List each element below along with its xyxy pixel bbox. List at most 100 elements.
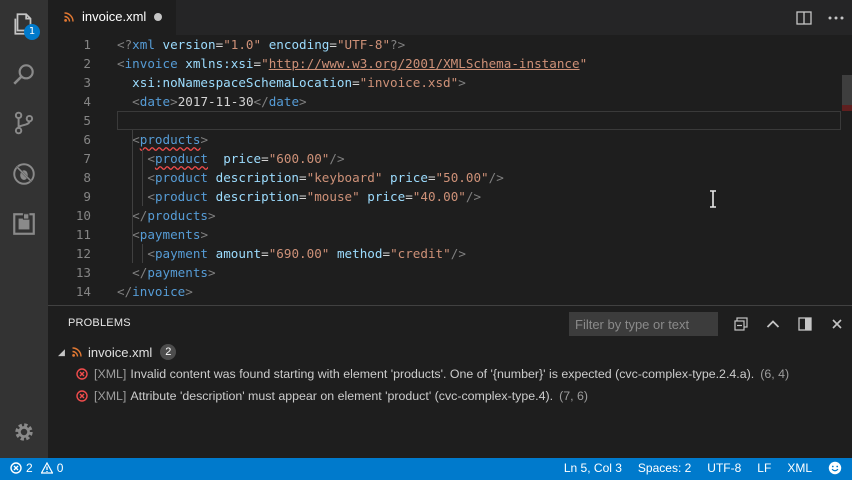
debug-icon bbox=[13, 163, 35, 185]
line-number: 10 bbox=[75, 208, 91, 223]
indent-guide bbox=[142, 244, 143, 263]
settings-button[interactable] bbox=[0, 408, 48, 456]
code-token: /> bbox=[329, 151, 345, 166]
problem-row[interactable]: [XML] Invalid content was found starting… bbox=[76, 364, 789, 384]
panel-layout-icon bbox=[798, 317, 812, 331]
tab-invoice-xml[interactable]: invoice.xml bbox=[48, 0, 176, 35]
code-token: "mouse" bbox=[306, 189, 360, 204]
code-token: /> bbox=[450, 246, 466, 261]
code-token: > bbox=[200, 132, 209, 147]
problem-count-badge: 2 bbox=[160, 344, 177, 360]
source-control-icon bbox=[14, 111, 34, 135]
split-editor-button[interactable] bbox=[794, 8, 814, 28]
extensions-button[interactable] bbox=[0, 200, 48, 248]
problem-source: [XML] bbox=[94, 389, 127, 403]
problem-row[interactable]: [XML] Attribute 'description' must appea… bbox=[76, 386, 588, 406]
code-token: < bbox=[117, 56, 125, 71]
problem-file-name: invoice.xml bbox=[88, 344, 153, 360]
code-token: > bbox=[208, 265, 216, 280]
code-token: product bbox=[154, 189, 209, 204]
indent-guide bbox=[132, 130, 133, 263]
unsaved-dot-icon[interactable] bbox=[154, 13, 162, 21]
code-line[interactable]: 10 </products> bbox=[48, 206, 838, 225]
code-line[interactable]: 2 <invoice xmlns:xsi="http://www.w3.org/2… bbox=[48, 54, 838, 73]
source-control-button[interactable] bbox=[0, 99, 48, 147]
line-number: 14 bbox=[75, 284, 91, 299]
code-line[interactable]: 11 <payments> bbox=[48, 225, 838, 244]
code-line[interactable]: 3 xsi:noNamespaceSchemaLocation="invoice… bbox=[48, 73, 838, 92]
code-line[interactable]: 13 </payments> bbox=[48, 263, 838, 282]
line-code: </invoice> bbox=[117, 282, 193, 301]
code-token: > bbox=[458, 75, 466, 90]
code-line[interactable]: 5 bbox=[48, 111, 838, 130]
explorer-button[interactable]: 1 bbox=[0, 0, 48, 48]
problems-filter-input[interactable] bbox=[569, 312, 718, 336]
code-line[interactable]: 6 <products> bbox=[48, 130, 838, 149]
panel-title[interactable]: PROBLEMS bbox=[68, 317, 131, 329]
code-line[interactable]: 4 <date>2017-11-30</date> bbox=[48, 92, 838, 111]
code-line[interactable]: 7 <product price="600.00"/> bbox=[48, 149, 838, 168]
code-token: ?> bbox=[390, 37, 406, 52]
activity-bar: 1 bbox=[0, 0, 48, 458]
code-line[interactable]: 8 <product description="keyboard" price=… bbox=[48, 168, 838, 187]
debug-button[interactable] bbox=[0, 150, 48, 198]
code-token: "690.00" bbox=[268, 246, 330, 261]
extensions-icon bbox=[13, 213, 35, 235]
code-token: product bbox=[154, 170, 209, 185]
scrollbar-thumb[interactable] bbox=[842, 75, 852, 105]
line-number: 12 bbox=[75, 246, 91, 261]
code-line[interactable]: 1 <?xml version="1.0" encoding="UTF-8"?> bbox=[48, 35, 838, 54]
search-button[interactable] bbox=[0, 50, 48, 98]
toggle-panel-position-button[interactable] bbox=[796, 315, 814, 333]
line-number: 4 bbox=[83, 94, 91, 109]
language-mode[interactable]: XML bbox=[787, 461, 812, 475]
warning-count: 0 bbox=[56, 461, 64, 475]
close-panel-button[interactable] bbox=[828, 315, 846, 333]
code-line[interactable]: 14 </invoice> bbox=[48, 282, 838, 301]
line-number: 6 bbox=[83, 132, 91, 147]
code-token: "keyboard" bbox=[306, 170, 383, 185]
collapse-all-icon bbox=[734, 317, 748, 331]
chevron-down-icon[interactable]: ◢ bbox=[58, 347, 72, 358]
code-token: xmlns:xsi bbox=[185, 56, 254, 71]
code-line[interactable]: 12 <payment amount="690.00" method="cred… bbox=[48, 244, 838, 263]
code-token: version bbox=[162, 37, 216, 52]
code-line[interactable]: 9 <product description="mouse" price="40… bbox=[48, 187, 838, 206]
code-token: </ bbox=[117, 284, 133, 299]
code-token: < bbox=[147, 151, 155, 166]
code-token: /> bbox=[465, 189, 482, 204]
schema-link[interactable]: http://www.w3.org/2001/XMLSchema-instanc… bbox=[269, 56, 580, 71]
cursor-position[interactable]: Ln 5, Col 3 bbox=[564, 461, 622, 475]
code-token: = bbox=[382, 246, 391, 261]
code-editor[interactable]: 1 <?xml version="1.0" encoding="UTF-8"?> 2… bbox=[48, 35, 852, 305]
indent-guide bbox=[142, 149, 143, 206]
code-token: products bbox=[139, 132, 201, 147]
problem-file-row[interactable]: ◢ invoice.xml 2 bbox=[58, 342, 177, 362]
problem-position: (6, 4) bbox=[760, 367, 790, 381]
file-encoding[interactable]: UTF-8 bbox=[707, 461, 741, 475]
problems-status[interactable]: 2 0 bbox=[10, 461, 63, 475]
code-token: = bbox=[352, 75, 360, 90]
line-number: 8 bbox=[83, 170, 91, 185]
line-endings[interactable]: LF bbox=[757, 461, 771, 475]
feedback-smiley-icon[interactable] bbox=[828, 461, 842, 475]
source-control-badge: 1 bbox=[24, 24, 40, 40]
maximize-panel-button[interactable] bbox=[764, 315, 782, 333]
code-token: = bbox=[261, 151, 269, 166]
line-number: 9 bbox=[83, 189, 91, 204]
code-token: date bbox=[139, 94, 171, 109]
code-token: invoice bbox=[124, 56, 178, 71]
code-token: xml bbox=[132, 37, 155, 52]
indentation[interactable]: Spaces: 2 bbox=[638, 461, 691, 475]
code-token: "UTF-8" bbox=[336, 37, 391, 52]
code-token: > bbox=[299, 94, 307, 109]
tab-title: invoice.xml bbox=[82, 9, 147, 24]
error-ruler-mark bbox=[842, 105, 852, 111]
collapse-all-button[interactable] bbox=[732, 315, 750, 333]
more-actions-button[interactable] bbox=[826, 8, 846, 28]
